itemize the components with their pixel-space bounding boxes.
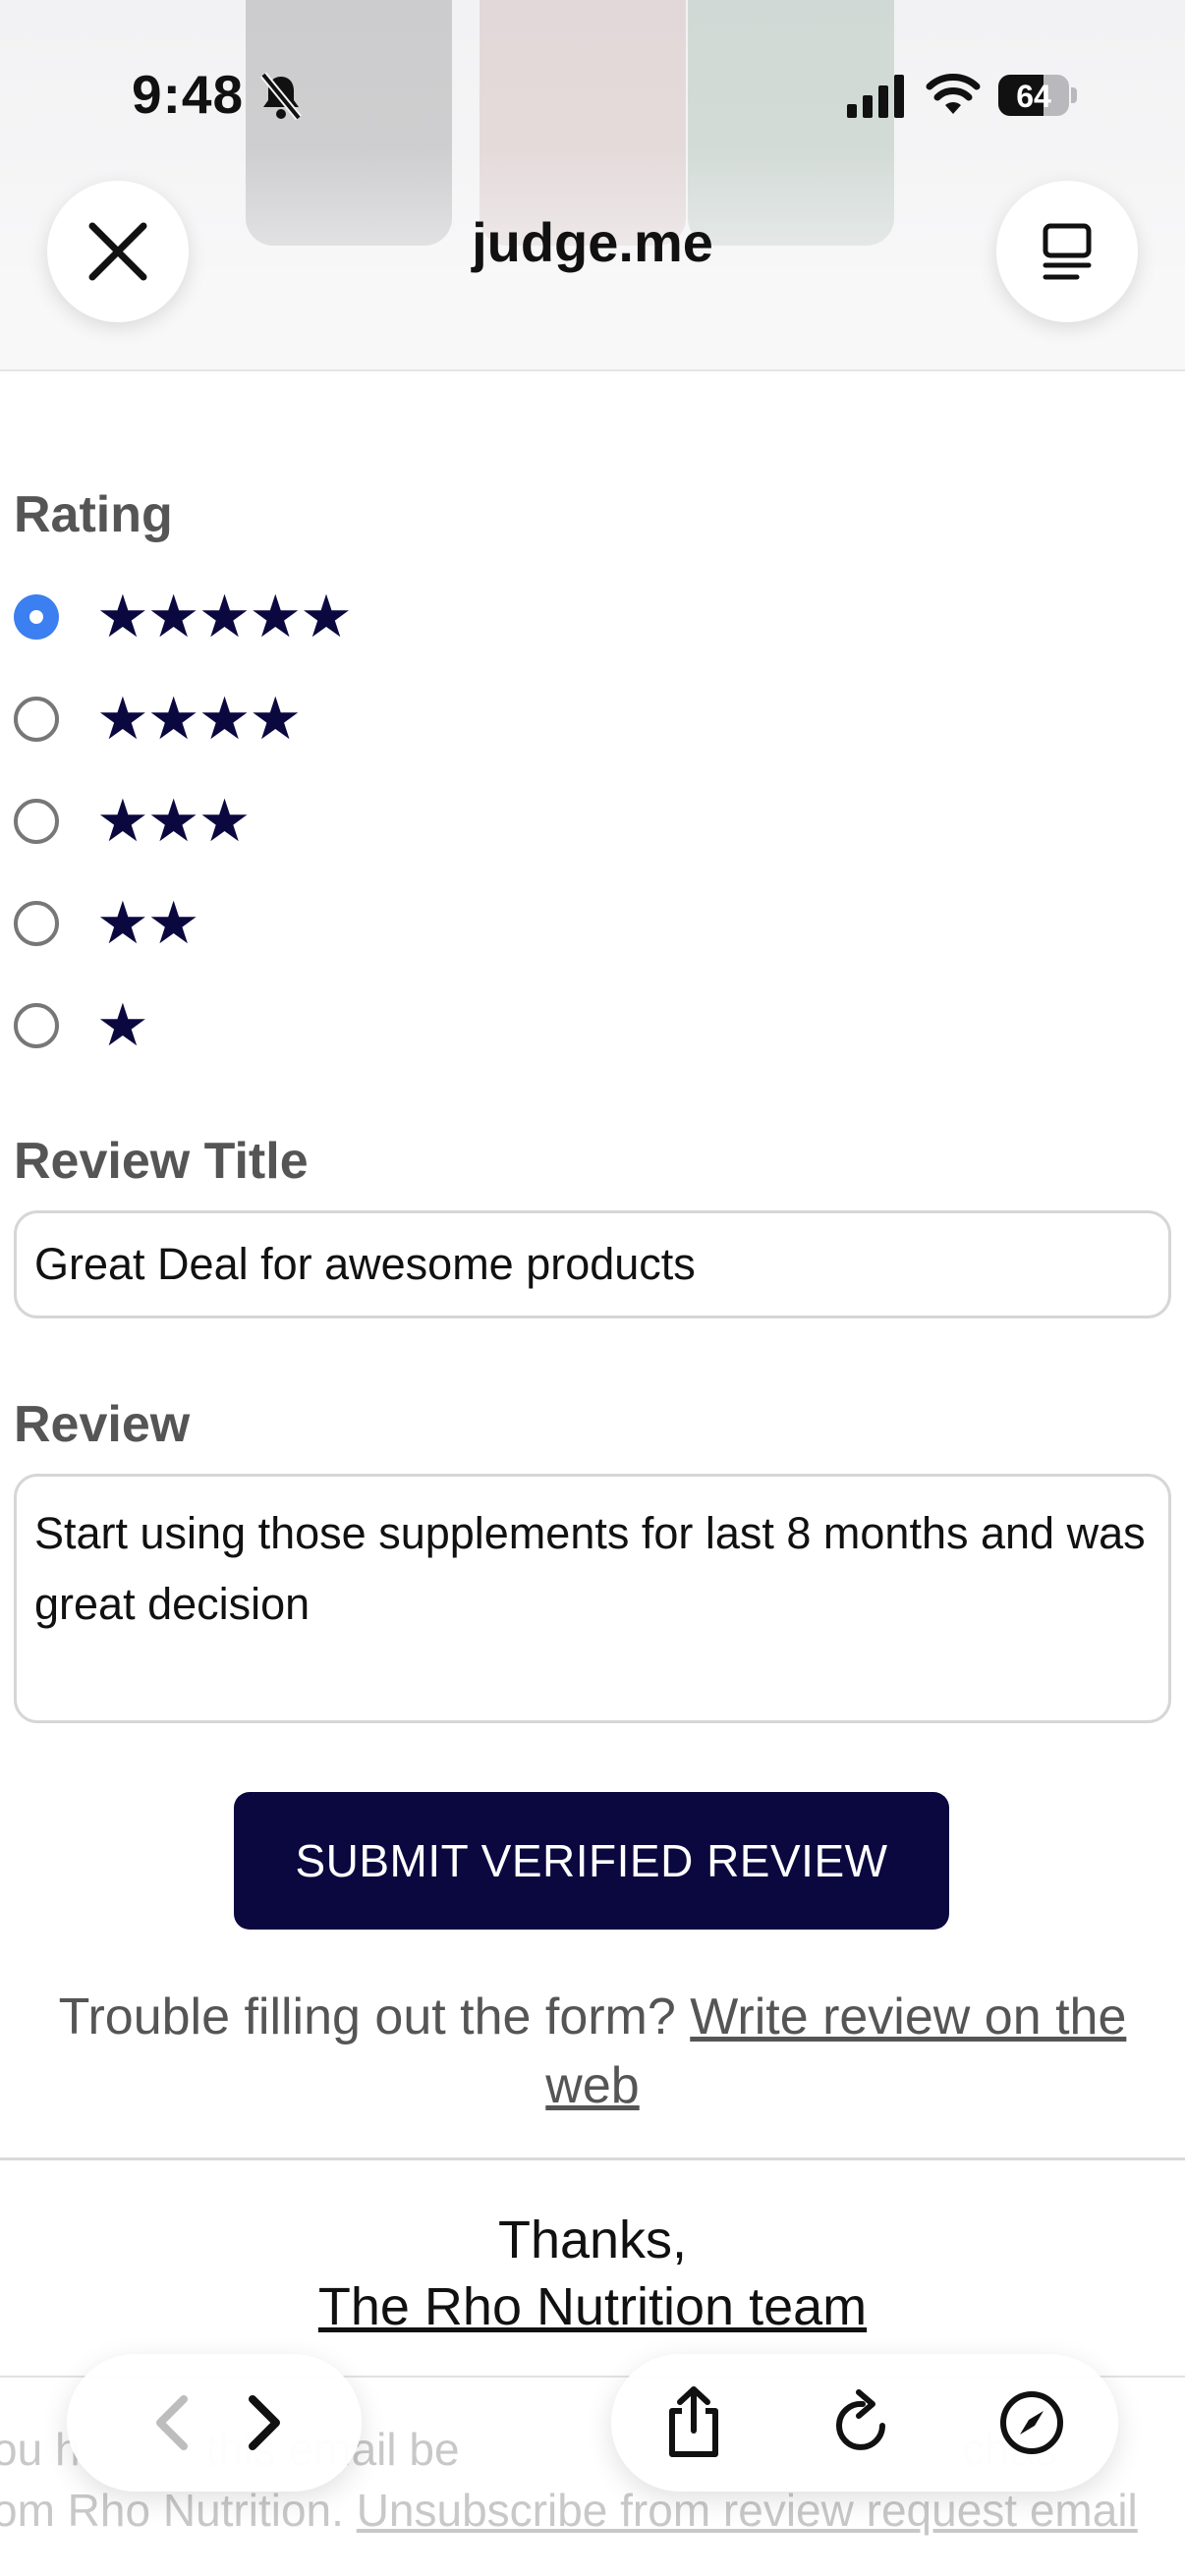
reader-mode-button[interactable] xyxy=(996,181,1138,322)
rating-option-4[interactable]: ★★★★ xyxy=(14,680,302,758)
wifi-icon xyxy=(926,74,981,114)
status-time: 9:48 xyxy=(132,64,245,125)
review-textarea[interactable]: Start using those supplements for last 8… xyxy=(14,1474,1171,1723)
radio-button[interactable] xyxy=(14,901,59,946)
radio-button[interactable] xyxy=(14,594,59,640)
help-text: Trouble filling out the form? Write revi… xyxy=(20,1983,1165,2120)
star-rating: ★★ xyxy=(96,890,200,956)
radio-button[interactable] xyxy=(14,799,59,844)
rating-option-5[interactable]: ★★★★★ xyxy=(14,578,353,656)
star-rating: ★★★★ xyxy=(96,686,302,752)
review-title-input[interactable]: Great Deal for awesome products xyxy=(14,1210,1171,1318)
divider xyxy=(0,2157,1185,2160)
history-navigation xyxy=(67,2354,362,2492)
back-button[interactable] xyxy=(134,2383,212,2462)
review-title-label: Review Title xyxy=(14,1133,309,1190)
rating-option-3[interactable]: ★★★ xyxy=(14,782,251,861)
silent-bell-icon xyxy=(259,72,303,121)
thanks-text: Thanks, xyxy=(497,2211,688,2269)
forward-button[interactable] xyxy=(224,2383,303,2462)
reload-icon xyxy=(836,2389,885,2450)
signoff: Thanks, The Rho Nutrition team xyxy=(0,2207,1185,2340)
radio-button[interactable] xyxy=(14,1003,59,1048)
help-prompt: Trouble filling out the form? xyxy=(58,1988,676,2045)
reader-mode-icon xyxy=(1043,223,1092,280)
share-button[interactable] xyxy=(654,2383,733,2462)
footer-prefix: om Rho Nutrition. xyxy=(0,2485,344,2536)
reload-button[interactable] xyxy=(823,2383,902,2462)
battery-indicator: 64 xyxy=(998,75,1077,116)
safari-button[interactable] xyxy=(992,2383,1071,2462)
chevron-left-icon xyxy=(156,2395,188,2450)
compass-icon xyxy=(1000,2391,1063,2454)
battery-percent: 64 xyxy=(1016,79,1051,114)
rating-label: Rating xyxy=(14,486,173,543)
cellular-signal-icon xyxy=(847,75,904,118)
star-rating: ★ xyxy=(96,992,149,1058)
star-rating: ★★★★★ xyxy=(96,584,353,649)
rating-option-2[interactable]: ★★ xyxy=(14,884,200,963)
browser-top-bar: 9:48 64 judge.me xyxy=(0,0,1185,371)
team-link[interactable]: The Rho Nutrition team xyxy=(318,2277,867,2336)
radio-button[interactable] xyxy=(14,697,59,742)
star-rating: ★★★ xyxy=(96,788,251,854)
submit-review-button[interactable]: SUBMIT VERIFIED REVIEW xyxy=(234,1792,949,1930)
page-actions xyxy=(611,2354,1118,2492)
share-icon xyxy=(669,2386,718,2457)
unsubscribe-link[interactable]: Unsubscribe from review request email xyxy=(357,2485,1138,2536)
chevron-right-icon xyxy=(249,2395,280,2450)
review-label: Review xyxy=(14,1396,191,1453)
rating-option-1[interactable]: ★ xyxy=(14,986,149,1065)
